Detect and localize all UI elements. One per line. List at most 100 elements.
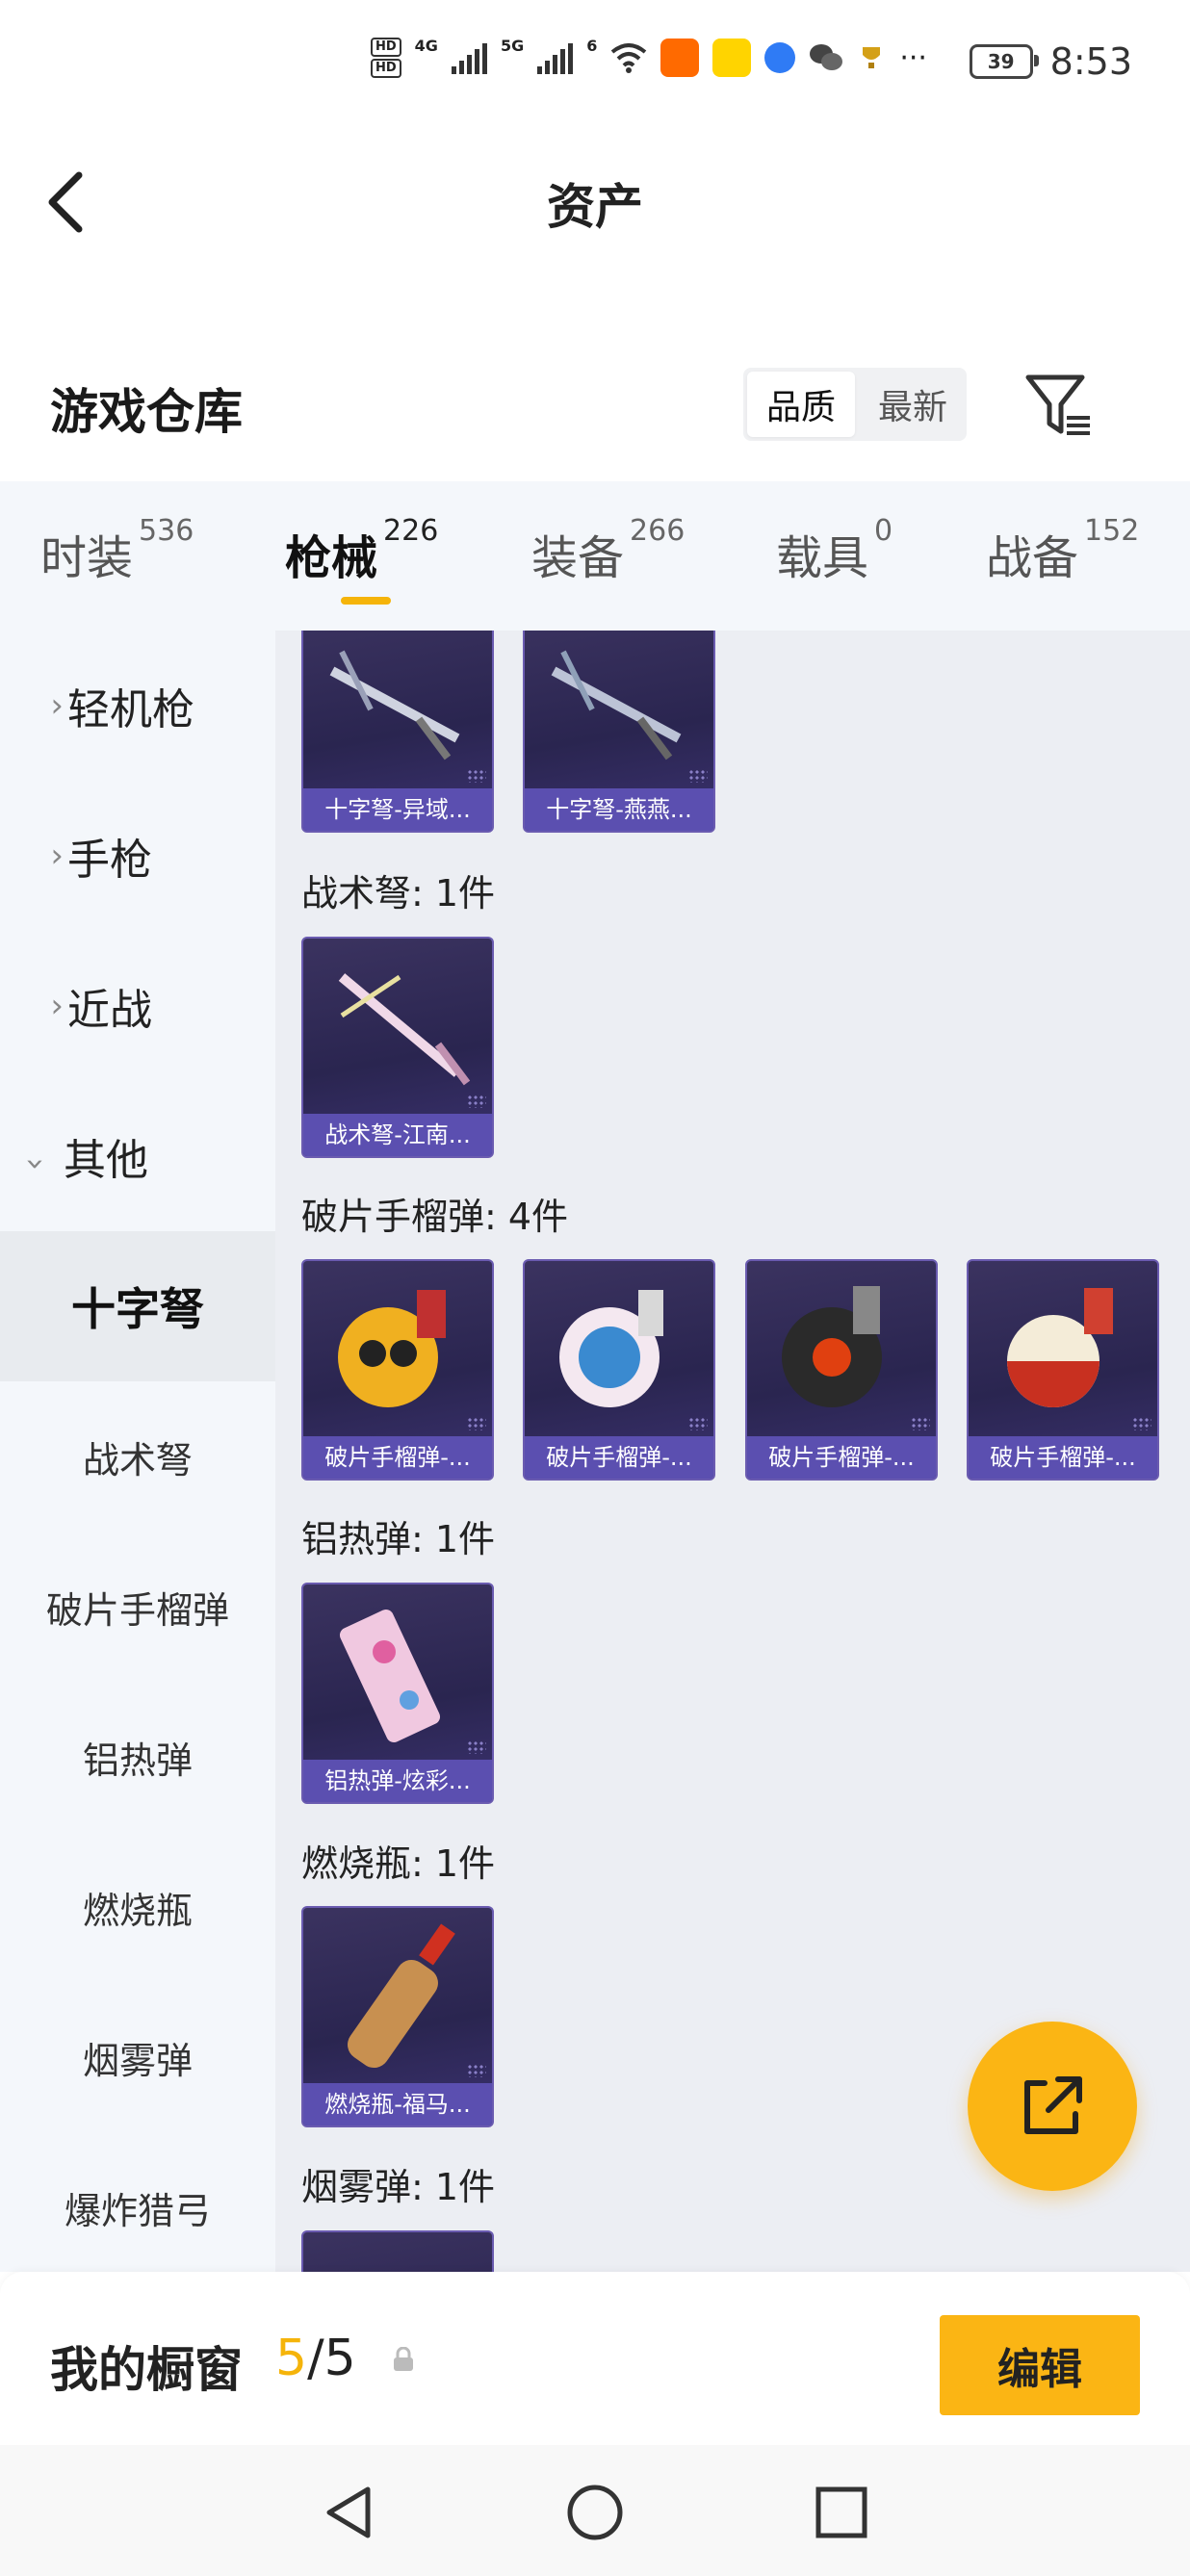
- chevron-down-icon: ›: [16, 1157, 55, 1171]
- sidebar-sub-frag-grenade[interactable]: 破片手榴弹: [0, 1532, 275, 1682]
- signal-1-icon: [451, 41, 487, 74]
- group-title: 破片手榴弹: 4件: [301, 1196, 569, 1238]
- sidebar-sub-smoke-grenade[interactable]: 烟雾弹: [0, 1982, 275, 2132]
- status-bar: HD HD 4G 5G 6 ··· 39 8:53: [0, 0, 1190, 135]
- clock: 8:53: [1049, 40, 1132, 83]
- group-title: 战术弩: 1件: [301, 872, 496, 914]
- share-button[interactable]: [968, 2022, 1137, 2191]
- sort-quality-option[interactable]: 品质: [747, 372, 855, 437]
- browser-icon: [764, 42, 796, 73]
- edit-button[interactable]: 编辑: [940, 2315, 1140, 2415]
- nav-recents-icon[interactable]: [815, 2486, 868, 2539]
- grenade-icon: [338, 1290, 446, 1407]
- section-header: 游戏仓库 品质 最新: [0, 347, 1190, 462]
- signal-2-icon: [537, 41, 574, 74]
- tab-equipment-label: 装备: [531, 531, 625, 585]
- nav-home-icon[interactable]: [566, 2484, 624, 2541]
- card-pattern: [911, 1417, 930, 1430]
- chevron-right-icon: ›: [50, 837, 64, 875]
- tab-firearms-label: 枪械: [285, 531, 378, 585]
- tab-vehicles-label: 载具: [776, 531, 869, 585]
- sidebar-item-label: 近战: [67, 986, 152, 1035]
- sidebar-item-label: 轻机枪: [67, 685, 194, 734]
- tab-vehicles-count: 0: [874, 514, 893, 548]
- wifi-icon: [611, 43, 647, 73]
- hd-icon: HD HD: [371, 37, 401, 79]
- card-pattern: [688, 1417, 708, 1430]
- card-pattern: [467, 1095, 486, 1108]
- item-card[interactable]: 十字弩-异域...: [301, 631, 494, 833]
- app-icon: [712, 39, 752, 77]
- item-card-label: 铝热弹-炫彩...: [303, 1760, 492, 1802]
- showcase-label: 我的橱窗: [50, 2342, 243, 2398]
- lock-icon: [394, 2347, 413, 2371]
- crossbow-icon: [338, 973, 471, 1086]
- external-link-icon: [1024, 2076, 1082, 2134]
- item-card-label: 破片手榴弹-...: [969, 1436, 1157, 1479]
- sidebar-item-pistol[interactable]: › 手枪: [0, 781, 275, 931]
- status-right: 39 8:53: [969, 40, 1132, 83]
- item-card[interactable]: 铝热弹-炫彩...: [301, 1583, 494, 1804]
- page-title: 资产: [547, 179, 643, 235]
- tab-supplies-count: 152: [1084, 514, 1140, 548]
- sidebar-item-other[interactable]: › 其他: [0, 1081, 275, 1231]
- grenade-icon: [782, 1286, 882, 1407]
- item-card-label: 破片手榴弹-...: [525, 1436, 713, 1479]
- crossbow-icon: [329, 650, 460, 760]
- network-2-label: 5G: [500, 37, 525, 55]
- more-icon: ···: [899, 40, 927, 75]
- sidebar-sub-thermite[interactable]: 铝热弹: [0, 1682, 275, 1832]
- showcase-current: 5: [275, 2330, 308, 2387]
- molotov-icon: [348, 1923, 455, 2069]
- tab-fashion[interactable]: 时装536: [40, 514, 194, 587]
- sidebar-item-label: 其他: [64, 1136, 148, 1185]
- grenade-icon: [559, 1290, 663, 1407]
- tab-fashion-label: 时装: [40, 531, 134, 585]
- tab-vehicles[interactable]: 载具0: [776, 514, 892, 587]
- tab-supplies[interactable]: 战备152: [986, 514, 1139, 587]
- item-card[interactable]: [301, 2230, 494, 2272]
- card-pattern: [467, 1740, 486, 1754]
- nav-back-icon[interactable]: [322, 2484, 375, 2541]
- sort-newest-option[interactable]: 最新: [859, 368, 967, 441]
- sidebar-sub-explosive-bow[interactable]: 爆炸猎弓: [0, 2132, 275, 2272]
- sidebar-sub-molotov[interactable]: 燃烧瓶: [0, 1832, 275, 1982]
- tab-supplies-label: 战备: [986, 531, 1079, 585]
- item-card-label: 十字弩-异域...: [303, 788, 492, 831]
- item-card[interactable]: 破片手榴弹-...: [967, 1259, 1159, 1481]
- tab-equipment[interactable]: 装备266: [531, 514, 685, 587]
- sidebar-item-light-machine-gun[interactable]: › 轻机枪: [0, 631, 275, 781]
- card-pattern: [688, 769, 708, 783]
- sidebar-sub-tactical-crossbow[interactable]: 战术弩: [0, 1381, 275, 1532]
- item-card-label: 燃烧瓶-福马...: [303, 2083, 492, 2125]
- crossbow-icon: [551, 650, 682, 760]
- group-title: 燃烧瓶: 1件: [301, 1842, 496, 1885]
- chevron-right-icon: ›: [50, 686, 64, 725]
- item-card[interactable]: 十字弩-燕燕...: [523, 631, 715, 833]
- item-card-label: 战术弩-江南...: [303, 1114, 492, 1156]
- item-card[interactable]: 破片手榴弹-...: [745, 1259, 938, 1481]
- item-card-label: 破片手榴弹-...: [303, 1436, 492, 1479]
- system-nav-bar: [0, 2445, 1190, 2576]
- taobao-icon: [660, 39, 700, 77]
- card-pattern: [467, 769, 486, 783]
- sidebar-sub-crossbow[interactable]: 十字弩: [0, 1231, 275, 1381]
- status-left: HD HD 4G 5G 6 ···: [371, 37, 927, 79]
- wifi-label: 6: [586, 37, 598, 55]
- tab-firearms[interactable]: 枪械226: [285, 514, 438, 587]
- item-card[interactable]: 破片手榴弹-...: [301, 1259, 494, 1481]
- group-title: 铝热弹: 1件: [301, 1518, 496, 1560]
- sidebar-item-melee[interactable]: › 近战: [0, 931, 275, 1081]
- sidebar: › 轻机枪 › 手枪 › 近战 › 其他 十字弩 战术弩 破片手榴弹 铝热弹 燃…: [0, 631, 275, 2272]
- active-tab-indicator: [341, 597, 391, 605]
- sidebar-item-label: 手枪: [67, 836, 152, 885]
- item-card[interactable]: 破片手榴弹-...: [523, 1259, 715, 1481]
- network-1-label: 4G: [414, 37, 438, 55]
- tab-firearms-count: 226: [383, 514, 439, 548]
- filter-icon[interactable]: [1021, 368, 1098, 445]
- card-pattern: [467, 1417, 486, 1430]
- item-card[interactable]: 燃烧瓶-福马...: [301, 1906, 494, 2127]
- item-card[interactable]: 战术弩-江南...: [301, 937, 494, 1158]
- showcase-total: /5: [307, 2330, 356, 2387]
- battery-icon: 39: [969, 44, 1039, 79]
